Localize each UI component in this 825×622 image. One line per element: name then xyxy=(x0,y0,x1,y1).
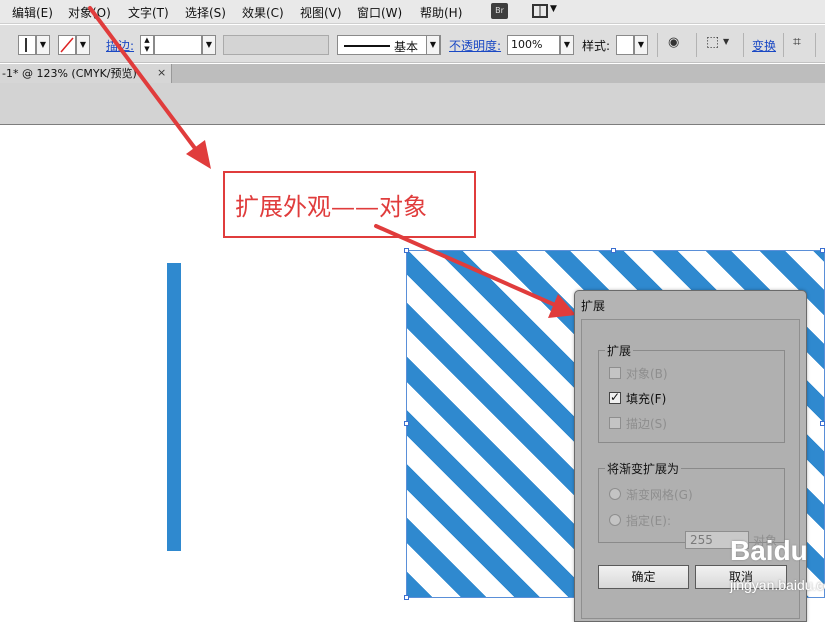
object-checkbox[interactable] xyxy=(609,367,621,379)
gradient-mesh-radio[interactable] xyxy=(609,488,621,500)
gradient-group-title: 将渐变扩展为 xyxy=(605,460,682,477)
fill-checkbox[interactable]: ✓ xyxy=(609,390,621,404)
specify-radio[interactable] xyxy=(609,514,621,526)
stroke-checkbox[interactable] xyxy=(609,417,621,429)
dialog-body: 扩展 对象(B) ✓ 填充(F) 描边(S) 将渐变扩展为 渐变网格(G) 指定… xyxy=(581,319,800,619)
fill-option-label: 填充(F) xyxy=(626,392,667,406)
dialog-title: 扩展 xyxy=(581,299,606,313)
gradient-mesh-label: 渐变网格(G) xyxy=(626,488,693,502)
expand-group: 扩展 对象(B) ✓ 填充(F) 描边(S) xyxy=(598,342,785,443)
watermark-url: jingyan.baidu.com xyxy=(730,577,825,593)
object-option-label: 对象(B) xyxy=(626,367,668,381)
checkmark-icon: ✓ xyxy=(610,390,621,404)
expand-dialog: 扩展 扩展 对象(B) ✓ 填充(F) 描边(S) 将渐变扩展为 渐变网格(G)… xyxy=(574,290,807,622)
ok-button[interactable]: 确定 xyxy=(598,565,689,589)
specify-label: 指定(E): xyxy=(626,514,671,528)
stroke-option-label: 描边(S) xyxy=(626,417,667,431)
watermark-logo: Baidu xyxy=(730,535,808,566)
expand-group-title: 扩展 xyxy=(605,342,634,359)
baidu-watermark: Baidu jingyan.baidu.com xyxy=(730,535,825,593)
